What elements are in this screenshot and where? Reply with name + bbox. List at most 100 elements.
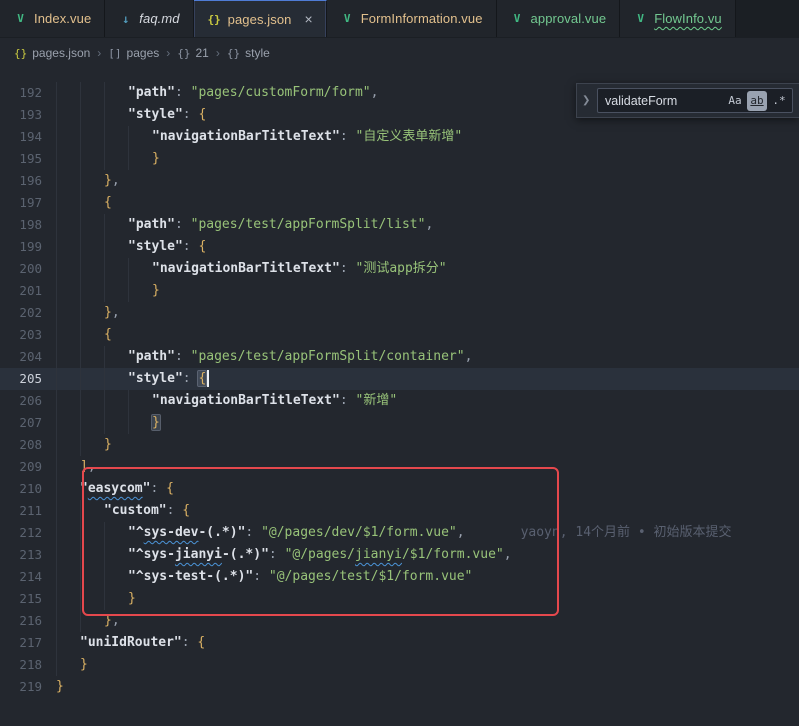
code-line-206[interactable]: 206 "navigationBarTitleText": "新增" [0, 390, 799, 412]
code-token [56, 258, 152, 280]
find-input-box[interactable]: Aa ab .* [597, 88, 793, 113]
tab-index-vue[interactable]: VIndex.vue [0, 0, 105, 37]
code-token: { [166, 481, 174, 496]
line-number[interactable]: 205 [0, 368, 56, 390]
code-token: "path" [128, 217, 175, 232]
line-number[interactable]: 210 [0, 478, 56, 500]
line-number[interactable]: 214 [0, 566, 56, 588]
code-line-195[interactable]: 195 } [0, 148, 799, 170]
code-line-216[interactable]: 216 }, [0, 610, 799, 632]
line-number[interactable]: 200 [0, 258, 56, 280]
breadcrumb-separator: › [216, 46, 220, 60]
close-icon[interactable]: × [305, 12, 313, 26]
code-token: : [340, 129, 356, 144]
code-line-198[interactable]: 198 "path": "pages/test/appFormSplit/lis… [0, 214, 799, 236]
line-number[interactable]: 206 [0, 390, 56, 412]
tab-label: FlowInfo.vu [654, 11, 722, 26]
code-token: "^sys-test-(.*)" [128, 569, 253, 584]
code-token: : [167, 503, 183, 518]
code-line-199[interactable]: 199 "style": { [0, 236, 799, 258]
code-token: "^ [128, 525, 144, 540]
line-number[interactable]: 207 [0, 412, 56, 434]
regex-button[interactable]: .* [769, 91, 789, 111]
code-line-209[interactable]: 209 ], [0, 456, 799, 478]
code-line-201[interactable]: 201 } [0, 280, 799, 302]
code-token: { [198, 239, 206, 254]
find-input[interactable] [605, 94, 723, 108]
code-token: easycom [88, 481, 143, 496]
code-token: "style" [128, 107, 183, 122]
line-number[interactable]: 212 [0, 522, 56, 544]
vue-icon: V [510, 12, 525, 25]
line-number[interactable]: 218 [0, 654, 56, 676]
breadcrumb-item-style[interactable]: {}style [227, 46, 270, 60]
code-line-196[interactable]: 196 }, [0, 170, 799, 192]
code-line-204[interactable]: 204 "path": "pages/test/appFormSplit/con… [0, 346, 799, 368]
code-token: } [152, 151, 160, 166]
line-number[interactable]: 219 [0, 676, 56, 698]
line-number[interactable]: 208 [0, 434, 56, 456]
code-token: , [504, 547, 512, 562]
tab-forminformation-vue[interactable]: VFormInformation.vue [327, 0, 497, 37]
code-line-212[interactable]: 212 "^sys-dev-(.*)": "@/pages/dev/$1/for… [0, 522, 799, 544]
line-number[interactable]: 201 [0, 280, 56, 302]
line-number[interactable]: 195 [0, 148, 56, 170]
line-number[interactable]: 217 [0, 632, 56, 654]
line-number[interactable]: 203 [0, 324, 56, 346]
line-number[interactable]: 199 [0, 236, 56, 258]
line-number[interactable]: 213 [0, 544, 56, 566]
code-line-210[interactable]: 210 "easycom": { [0, 478, 799, 500]
line-number[interactable]: 216 [0, 610, 56, 632]
line-number[interactable]: 196 [0, 170, 56, 192]
line-number[interactable]: 194 [0, 126, 56, 148]
expand-replace-chevron[interactable]: ❯ [582, 95, 592, 106]
code-line-211[interactable]: 211 "custom": { [0, 500, 799, 522]
code-token: { [182, 503, 190, 518]
code-line-214[interactable]: 214 "^sys-test-(.*)": "@/pages/test/$1/f… [0, 566, 799, 588]
tab-flowinfo-vu[interactable]: VFlowInfo.vu [620, 0, 736, 37]
line-number[interactable]: 211 [0, 500, 56, 522]
code-line-205[interactable]: 205 "style": { [0, 368, 799, 390]
code-line-215[interactable]: 215 } [0, 588, 799, 610]
tab-pages-json[interactable]: {}pages.json× [194, 0, 327, 37]
whole-word-button[interactable]: ab [747, 91, 767, 111]
tab-approval-vue[interactable]: Vapproval.vue [497, 0, 621, 37]
breadcrumb-item-pages[interactable]: []pages [108, 46, 159, 60]
breadcrumb-item-21[interactable]: {}21 [177, 46, 209, 60]
code-line-200[interactable]: 200 "navigationBarTitleText": "测试app拆分" [0, 258, 799, 280]
code-token: /$1/form.vue" [402, 547, 504, 562]
code-token: : [183, 107, 199, 122]
code-line-218[interactable]: 218 } [0, 654, 799, 676]
code-line-213[interactable]: 213 "^sys-jianyi-(.*)": "@/pages/jianyi/… [0, 544, 799, 566]
line-number[interactable]: 202 [0, 302, 56, 324]
line-number[interactable]: 192 [0, 82, 56, 104]
code-line-194[interactable]: 194 "navigationBarTitleText": "自定义表单新增" [0, 126, 799, 148]
breadcrumb-item-pages.json[interactable]: {}pages.json [14, 46, 90, 60]
line-number[interactable]: 193 [0, 104, 56, 126]
code-line-203[interactable]: 203 { [0, 324, 799, 346]
code-token: "pages/test/appFormSplit/list" [191, 217, 426, 232]
code-token [56, 456, 80, 478]
tab-faq-md[interactable]: ↓faq.md [105, 0, 193, 37]
code-token: : [182, 635, 198, 650]
line-number[interactable]: 198 [0, 214, 56, 236]
code-token [56, 434, 104, 456]
line-number[interactable]: 197 [0, 192, 56, 214]
code-line-217[interactable]: 217 "uniIdRouter": { [0, 632, 799, 654]
code-line-219[interactable]: 219} [0, 676, 799, 698]
match-case-button[interactable]: Aa [725, 91, 745, 111]
code-line-197[interactable]: 197 { [0, 192, 799, 214]
code-token [56, 280, 152, 302]
line-number[interactable]: 204 [0, 346, 56, 368]
line-number[interactable]: 215 [0, 588, 56, 610]
line-content: "^sys-test-(.*)": "@/pages/test/$1/form.… [56, 566, 799, 588]
code-line-208[interactable]: 208 } [0, 434, 799, 456]
line-content: "path": "pages/test/appFormSplit/list", [56, 214, 799, 236]
find-widget: ❯ Aa ab .* [576, 83, 799, 118]
code-line-207[interactable]: 207 } [0, 412, 799, 434]
code-token: , [112, 305, 120, 320]
line-number[interactable]: 209 [0, 456, 56, 478]
whole-word-icon: ab [750, 94, 763, 107]
code-token [56, 390, 152, 412]
code-line-202[interactable]: 202 }, [0, 302, 799, 324]
